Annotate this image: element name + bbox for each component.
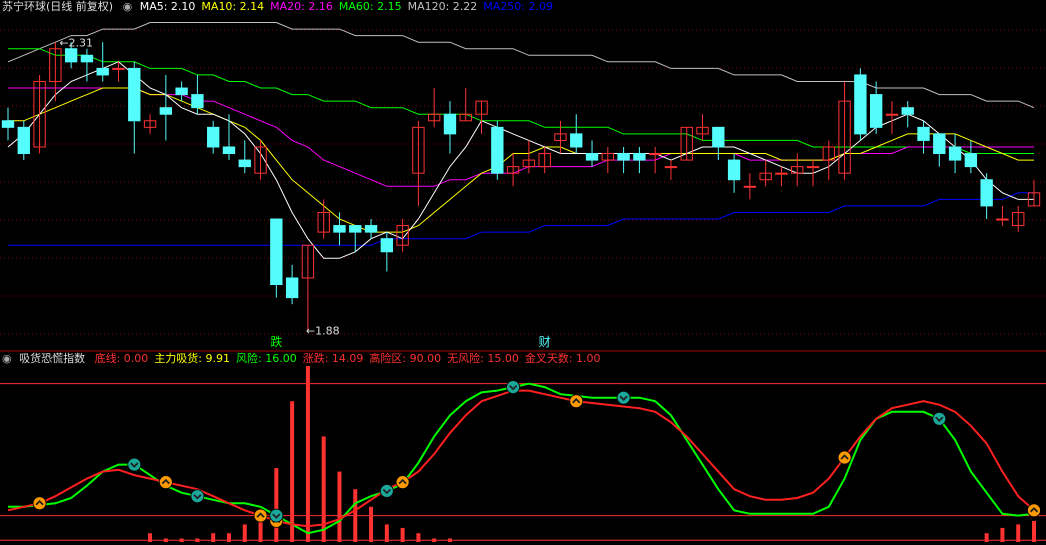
candle-body [443,113,457,135]
accumulation-bar [369,506,374,542]
candle-body [948,146,962,161]
accumulation-bar [447,538,452,542]
chart-canvas[interactable]: ←2.31 ←1.88 跌 财 [0,0,1046,545]
candle-body [64,48,78,63]
accumulation-bar [1032,520,1036,542]
candle-body [112,67,125,70]
gold-cross-marker [253,508,268,523]
candle-body [285,277,299,299]
gold-cross-marker [32,496,47,511]
accumulation-bar [226,533,231,542]
accumulation-bar [984,533,989,542]
candle-body [743,185,757,188]
death-cross-marker [506,380,521,395]
accumulation-bar [400,527,405,542]
death-cross-marker [932,411,947,426]
candle-body [238,159,251,168]
candle-body [775,172,788,175]
marker-cai: 财 [539,335,551,349]
low-price-label: ←1.88 [306,324,340,337]
candle-body [869,94,883,128]
accumulation-bar [353,489,358,542]
candle-body [901,107,914,115]
candle-body [1,120,15,128]
price-change-line [7,389,1035,528]
candle-body [964,153,978,168]
death-cross-marker [127,457,142,472]
candle-body [933,133,946,155]
candle-body [585,153,599,161]
death-cross-marker [379,484,394,498]
accumulation-bar [179,538,184,542]
candle-body [191,94,204,109]
candle-body [980,179,993,207]
candle-body [648,153,662,156]
accumulation-bar [1000,527,1005,542]
candle-body [617,153,630,161]
accumulation-bar [242,524,247,542]
gold-cross-marker [158,475,173,490]
candle-body [96,67,109,76]
accumulation-bar [321,436,326,542]
gold-cross-marker [569,394,584,409]
candle-body [917,126,930,141]
accumulation-bar [384,524,389,542]
candle-body [570,133,583,148]
gold-cross-marker [1027,503,1041,518]
candle-body [349,225,362,233]
candle-body [17,126,30,155]
candle-body [854,74,867,135]
candle-body [270,218,283,286]
candle-body [333,225,346,233]
accumulation-bar [274,468,279,542]
candle-body [159,107,173,115]
accumulation-bar [211,533,216,542]
candle-body [491,126,504,174]
accumulation-bar [1016,524,1021,542]
candle-body [633,153,646,161]
candle-body [806,166,820,169]
death-cross-marker [269,508,284,523]
accumulation-bar [148,533,153,542]
gold-cross-marker [395,475,410,490]
candle-body [996,218,1009,221]
accumulation-bar [290,401,295,542]
death-cross-marker [190,489,205,504]
gold-cross-marker [837,450,852,465]
candle-body [712,126,725,148]
candle-body [885,113,899,116]
ma5-line [7,61,1034,259]
candle-body [175,87,188,96]
accumulation-bar [195,538,200,542]
accumulation-bar [416,533,421,542]
accumulation-bar [432,538,437,542]
candle-body [128,67,141,122]
accumulation-bar [258,520,263,542]
candle-body [727,159,741,181]
death-cross-marker [616,390,631,405]
ma250-line [8,192,1034,246]
candle-body [207,126,220,148]
risk-line [8,382,1035,535]
candle-body [222,146,236,155]
accumulation-bar [305,366,310,542]
candle-body [364,225,378,233]
candle-body [80,54,94,63]
high-price-label: ←2.31 [59,37,93,50]
accumulation-bar [163,538,168,542]
candle-body [664,166,678,169]
candle-body [380,238,394,253]
accumulation-bar [337,471,342,542]
marker-die: 跌 [270,334,282,349]
